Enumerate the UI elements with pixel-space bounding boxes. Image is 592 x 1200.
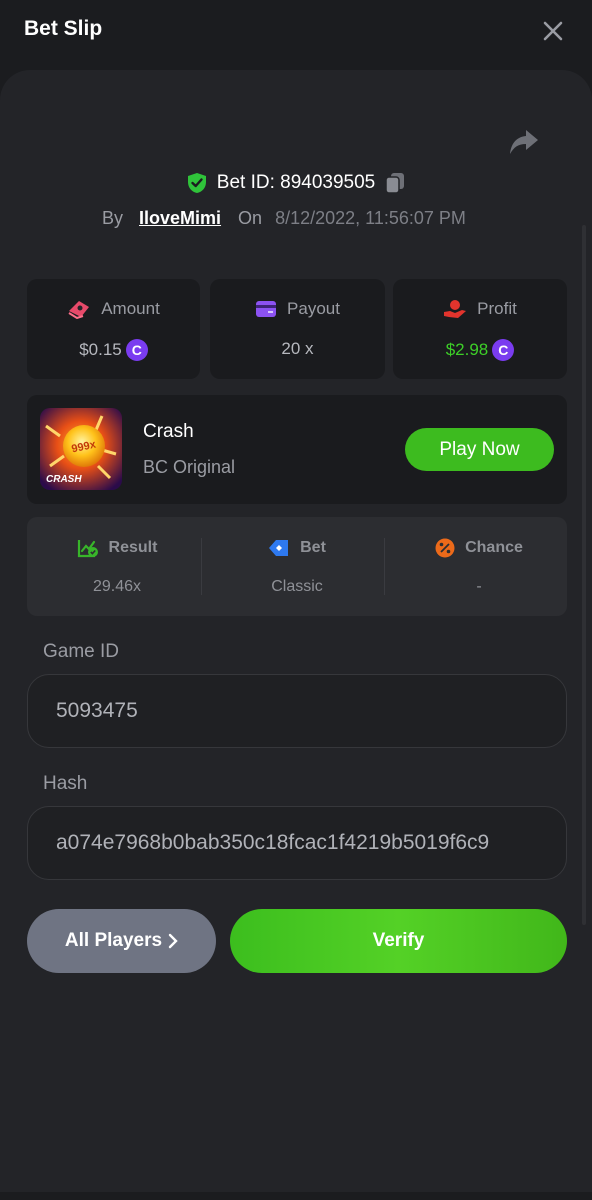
play-now-button[interactable]: Play Now xyxy=(405,428,554,471)
chance-value: - xyxy=(476,578,482,595)
profit-stat: Profit $2.98 C xyxy=(393,279,567,379)
profit-header: Profit xyxy=(393,299,567,319)
divider xyxy=(384,538,385,595)
chart-check-icon xyxy=(77,540,98,558)
amount-label: Amount xyxy=(101,299,160,318)
game-name: Crash xyxy=(143,421,194,442)
verify-button[interactable]: Verify xyxy=(230,909,567,973)
amount-header: Amount xyxy=(27,299,200,319)
payout-value-row: 20 x xyxy=(210,339,385,359)
game-id-field[interactable] xyxy=(28,675,566,747)
share-button[interactable] xyxy=(508,128,540,156)
game-thumbnail[interactable]: 999x CRASH xyxy=(40,408,122,490)
payout-stat: Payout 20 x xyxy=(210,279,385,379)
chance-header: Chance xyxy=(389,538,569,558)
hash-field[interactable] xyxy=(28,807,566,879)
tag-icon xyxy=(269,540,289,556)
all-players-button[interactable]: All Players xyxy=(27,909,216,973)
scrollbar[interactable] xyxy=(582,225,586,925)
result-column: Result 29.46x xyxy=(27,517,207,616)
chance-label: Chance xyxy=(465,539,523,556)
hash-field-wrap xyxy=(27,806,567,880)
profit-label: Profit xyxy=(477,299,517,318)
share-icon[interactable] xyxy=(508,128,540,156)
on-label: On xyxy=(238,207,263,228)
chevron-right-icon xyxy=(168,933,178,949)
shield-check-icon xyxy=(187,173,206,193)
profit-value-row: $2.98 C xyxy=(393,339,567,361)
amount-stat: Amount $0.15 C xyxy=(27,279,200,379)
bet-column: Bet Classic xyxy=(207,517,387,616)
payout-header: Payout xyxy=(210,299,385,319)
profit-hand-icon xyxy=(444,300,467,318)
payout-value: 20 x xyxy=(281,339,314,358)
result-summary: Result 29.46x Bet Classic Chance - xyxy=(27,517,567,616)
bet-header: Bet xyxy=(207,538,387,558)
username-link[interactable]: IloveMimi xyxy=(139,208,221,229)
percent-icon xyxy=(435,538,455,558)
result-value: 29.46x xyxy=(92,578,142,595)
all-players-label: All Players xyxy=(64,930,163,951)
game-id-label: Game ID xyxy=(43,641,120,662)
chance-column: Chance - xyxy=(389,517,569,616)
profit-value: $2.98 xyxy=(445,340,489,359)
bet-id: Bet ID: 894039505 xyxy=(216,172,376,193)
payout-label: Payout xyxy=(287,299,340,318)
coin-icon: C xyxy=(125,339,148,361)
amount-value: $0.15 xyxy=(79,340,122,359)
bet-slip-card xyxy=(0,70,592,1192)
game-thumb-text: CRASH xyxy=(46,474,82,485)
game-provider: BC Original xyxy=(143,457,236,477)
card-icon xyxy=(256,301,277,317)
by-label: By xyxy=(102,207,124,228)
hash-label: Hash xyxy=(43,773,88,794)
header: Bet Slip xyxy=(0,0,592,62)
coin-icon: C xyxy=(492,339,515,361)
bet-value: Classic xyxy=(271,578,323,595)
close-icon[interactable] xyxy=(542,20,564,42)
close-button[interactable] xyxy=(538,16,568,46)
copy-icon[interactable] xyxy=(385,172,405,194)
result-header: Result xyxy=(27,538,207,558)
amount-value-row: $0.15 C xyxy=(27,339,200,361)
divider xyxy=(201,538,202,595)
result-label: Result xyxy=(108,539,158,556)
bet-author-row: By IloveMimi On 8/12/2022, 11:56:07 PM xyxy=(102,205,466,231)
game-id-field-wrap xyxy=(27,674,567,748)
game-card: 999x CRASH Crash BC Original Play Now xyxy=(27,395,567,504)
bet-label: Bet xyxy=(300,539,326,556)
page-title: Bet Slip xyxy=(24,17,103,40)
crash-game-image[interactable]: 999x CRASH xyxy=(40,408,122,490)
money-hand-icon xyxy=(68,301,90,319)
bet-datetime: 8/12/2022, 11:56:07 PM xyxy=(275,207,466,228)
bet-id-row: Bet ID: 894039505 xyxy=(0,170,592,196)
